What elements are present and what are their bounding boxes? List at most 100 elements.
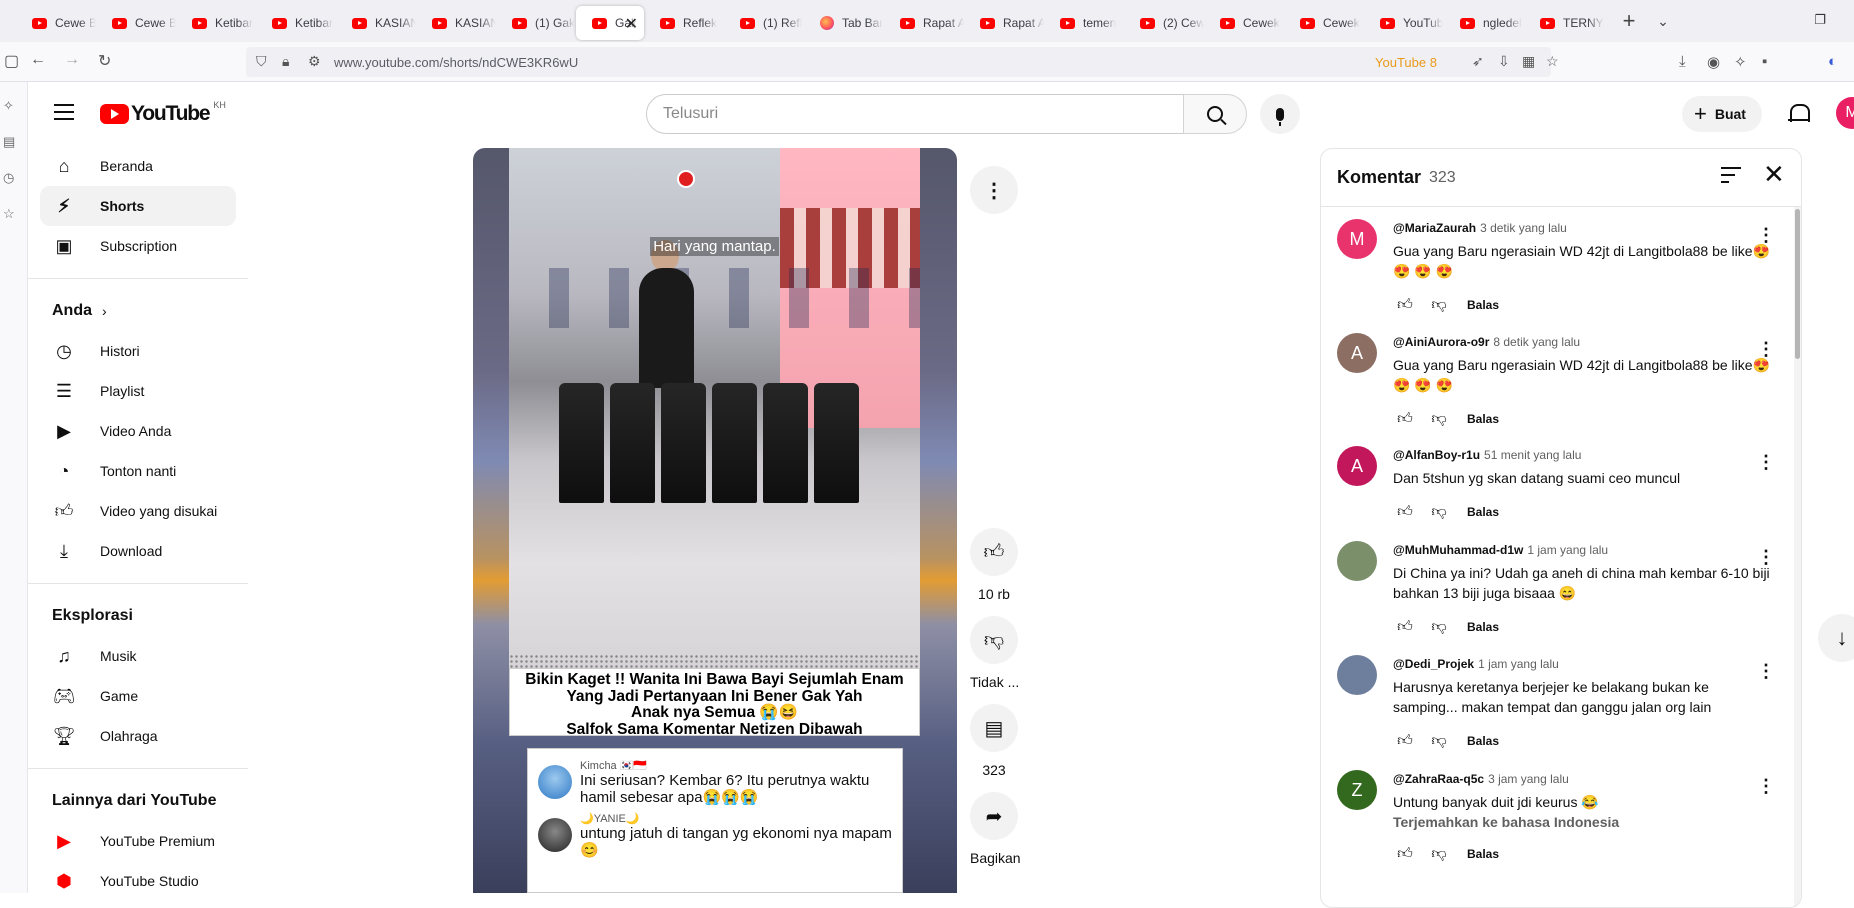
comment-author[interactable]: @MariaZaurah bbox=[1393, 221, 1476, 235]
more-options-button[interactable]: ⋮ bbox=[970, 166, 1018, 214]
youtube-logo[interactable]: YouTube KH bbox=[100, 100, 226, 126]
browser-tab[interactable]: KASIAN bbox=[416, 6, 496, 40]
comment-author[interactable]: @MuhMuhammad-d1w bbox=[1393, 543, 1523, 557]
sidebar-toggle-icon[interactable]: ▢ bbox=[4, 51, 19, 71]
browser-tab[interactable]: temen bbox=[1044, 6, 1124, 40]
comment-avatar[interactable]: Z bbox=[1337, 770, 1377, 810]
qr-code-icon[interactable]: ▦ bbox=[1522, 53, 1535, 70]
back-icon[interactable]: ← bbox=[30, 51, 46, 69]
extensions-icon[interactable]: ✧ bbox=[1734, 53, 1747, 71]
browser-tab[interactable]: Rapat A bbox=[884, 6, 964, 40]
create-button[interactable]: + Buat bbox=[1682, 96, 1762, 132]
comment-author[interactable]: @AiniAurora-o9r bbox=[1393, 335, 1489, 349]
permissions-icon[interactable]: ⚙ bbox=[308, 53, 321, 70]
comment-more-vert-icon[interactable]: ⋮ bbox=[1757, 339, 1775, 360]
browser-tab[interactable]: Cewe B bbox=[96, 6, 176, 40]
comment-like-icon[interactable]: 👍︎ bbox=[1393, 500, 1417, 524]
save-page-icon[interactable]: ⇩ bbox=[1498, 53, 1510, 70]
sidebar-item-subscription[interactable]: ▣ Subscription bbox=[40, 226, 236, 266]
reply-button[interactable]: Balas bbox=[1467, 620, 1499, 634]
comment-time[interactable]: 1 jam yang lalu bbox=[1478, 657, 1559, 671]
comment-time[interactable]: 3 jam yang lalu bbox=[1488, 772, 1569, 786]
sidebar-item-video-yang-disukai[interactable]: 👍︎ Video yang disukai bbox=[40, 491, 236, 531]
comment-dislike-icon[interactable]: 👎︎ bbox=[1427, 615, 1451, 639]
address-bar[interactable]: ⛉ 🔒︎ ⚙ www.youtube.com/shorts/ndCWE3KR6w… bbox=[246, 47, 1559, 77]
reply-button[interactable]: Balas bbox=[1467, 298, 1499, 312]
apps-grid-icon[interactable]: ▪ bbox=[1762, 53, 1767, 70]
list-all-tabs-button[interactable]: ⌄ bbox=[1646, 13, 1680, 30]
sidebar-item-musik[interactable]: ♫ Musik bbox=[40, 636, 236, 676]
comment-more-vert-icon[interactable]: ⋮ bbox=[1757, 661, 1775, 682]
comment-like-icon[interactable]: 👍︎ bbox=[1393, 615, 1417, 639]
browser-tab[interactable]: Tab Bar bbox=[804, 6, 884, 40]
browser-tab[interactable]: Cewek bbox=[1284, 6, 1364, 40]
browser-tab[interactable]: KASIAN bbox=[336, 6, 416, 40]
comment-like-icon[interactable]: 👍︎ bbox=[1393, 407, 1417, 431]
bookmarks-side-icon[interactable]: ☆ bbox=[3, 206, 15, 222]
downloads-icon[interactable]: ⤓ bbox=[1679, 53, 1686, 70]
reply-button[interactable]: Balas bbox=[1467, 412, 1499, 426]
close-icon[interactable]: ✕ bbox=[1763, 159, 1785, 190]
comment-author[interactable]: @ZahraRaa-q5c bbox=[1393, 772, 1484, 786]
comment-avatar[interactable]: M bbox=[1337, 219, 1377, 259]
sidebar-item-download[interactable]: ⤓ Download bbox=[40, 531, 236, 571]
comments-scrollbar[interactable] bbox=[1794, 207, 1801, 907]
comment-more-vert-icon[interactable]: ⋮ bbox=[1757, 452, 1775, 473]
comment-like-icon[interactable]: 👍︎ bbox=[1393, 729, 1417, 753]
sidebar-item-youtube-premium[interactable]: ▶ YouTube Premium bbox=[40, 821, 236, 861]
shorts-video-player[interactable]: Hari yang mantap. Bikin Kaget !! Wanita … bbox=[473, 148, 957, 893]
scrollbar-thumb[interactable] bbox=[1795, 209, 1800, 359]
account-icon[interactable]: ◉ bbox=[1707, 53, 1720, 71]
browser-tab[interactable]: TERNYA bbox=[1524, 6, 1604, 40]
close-tab-icon[interactable]: ✕ bbox=[625, 14, 638, 34]
comment-avatar[interactable] bbox=[1337, 655, 1377, 695]
lock-icon[interactable]: 🔒︎ bbox=[282, 53, 289, 70]
sidebar-item-game[interactable]: 🎮︎ Game bbox=[40, 676, 236, 716]
comment-dislike-icon[interactable]: 👎︎ bbox=[1427, 293, 1451, 317]
reply-button[interactable]: Balas bbox=[1467, 847, 1499, 861]
comment-like-icon[interactable]: 👍︎ bbox=[1393, 842, 1417, 866]
comment-dislike-icon[interactable]: 👎︎ bbox=[1427, 407, 1451, 431]
share-button[interactable]: ➦ Bagikan bbox=[970, 792, 1021, 866]
account-avatar[interactable]: M bbox=[1836, 97, 1854, 129]
browser-tab[interactable]: ngledel bbox=[1444, 6, 1524, 40]
comment-time[interactable]: 8 detik yang lalu bbox=[1493, 335, 1580, 349]
notifications-bell-icon[interactable] bbox=[1788, 103, 1810, 125]
dislike-button[interactable]: 👎︎ Tidak ... bbox=[970, 616, 1019, 690]
sidebar-item-youtube-studio[interactable]: ⬢ YouTube Studio bbox=[40, 861, 236, 901]
translate-link[interactable]: Terjemahkan ke bahasa Indonesia bbox=[1393, 814, 1619, 830]
search-input[interactable] bbox=[647, 95, 1183, 133]
sidebar-item-tonton-nanti[interactable]: ◔ Tonton nanti bbox=[40, 451, 236, 491]
browser-tab[interactable]: Rapat A bbox=[964, 6, 1044, 40]
browser-tab[interactable]: Ketibar bbox=[176, 6, 256, 40]
comment-time[interactable]: 1 jam yang lalu bbox=[1527, 543, 1608, 557]
new-tab-button[interactable]: + bbox=[1612, 8, 1646, 34]
url-text[interactable]: www.youtube.com/shorts/ndCWE3KR6wU bbox=[334, 55, 578, 70]
sidebar-item-shorts[interactable]: ⚡︎ Shorts bbox=[40, 186, 236, 226]
comment-more-vert-icon[interactable]: ⋮ bbox=[1757, 776, 1775, 797]
comment-more-vert-icon[interactable]: ⋮ bbox=[1757, 225, 1775, 246]
voice-search-button[interactable] bbox=[1260, 94, 1300, 134]
comment-like-icon[interactable]: 👍︎ bbox=[1393, 293, 1417, 317]
rocket-icon[interactable]: ➶ bbox=[1472, 53, 1484, 70]
history-side-icon[interactable]: ◷ bbox=[3, 170, 14, 186]
comment-author[interactable]: @AlfanBoy-r1u bbox=[1393, 448, 1480, 462]
sidebar-you-heading[interactable]: Anda › bbox=[40, 291, 236, 331]
like-button[interactable]: 👍︎ 10 rb bbox=[970, 528, 1018, 602]
extension-label[interactable]: YouTube 8 bbox=[1375, 55, 1437, 70]
comments-button[interactable]: ▤ 323 bbox=[970, 704, 1018, 778]
browser-tab[interactable]: Cewe B bbox=[16, 6, 96, 40]
search-button[interactable] bbox=[1183, 94, 1247, 134]
sort-comments-icon[interactable] bbox=[1721, 167, 1741, 188]
sidebar-item-olahraga[interactable]: 🏆︎ Olahraga bbox=[40, 716, 236, 756]
search-box[interactable] bbox=[646, 94, 1184, 134]
sidebar-item-beranda[interactable]: ⌂ Beranda bbox=[40, 146, 236, 186]
comment-time[interactable]: 51 menit yang lalu bbox=[1484, 448, 1581, 462]
comment-time[interactable]: 3 detik yang lalu bbox=[1480, 221, 1567, 235]
browser-tab[interactable]: Ketibar bbox=[256, 6, 336, 40]
browser-tab[interactable]: Reflek bbox=[644, 6, 724, 40]
profile-icon[interactable]: ◐ bbox=[1828, 53, 1837, 70]
comment-avatar[interactable]: A bbox=[1337, 333, 1377, 373]
clipboard-icon[interactable]: ▤ bbox=[3, 134, 15, 150]
comment-avatar[interactable]: A bbox=[1337, 446, 1377, 486]
